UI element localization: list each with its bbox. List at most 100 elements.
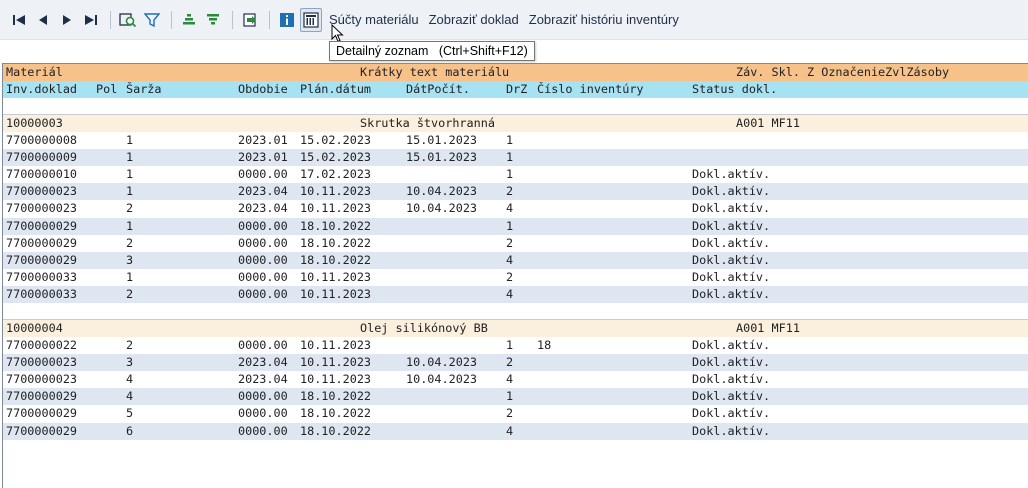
column-header-plan-date[interactable]: Plán.dátum <box>300 81 371 98</box>
cell-inv-doc: 7700000029 <box>6 235 78 250</box>
find-button[interactable] <box>117 8 139 32</box>
cell-period: 2023.04 <box>238 372 288 386</box>
cell-status: Dokl.aktív. <box>692 406 771 421</box>
export-button[interactable] <box>239 8 261 32</box>
group-spacer <box>3 98 1028 115</box>
tooltip: Detailný zoznam (Ctrl+Shift+F12) <box>329 41 535 61</box>
cell-period: 0000.00 <box>238 252 288 267</box>
table-row[interactable]: 7700000023 1 2023.04 10.11.2023 10.04.2023 2 D… <box>3 183 1028 201</box>
cell-inv-doc: 7700000008 <box>6 132 78 147</box>
application-toolbar: Súčty materiálu Zobraziť doklad Zobraziť… <box>0 0 1028 40</box>
cell-plan-date: 10.11.2023 <box>300 270 372 285</box>
cell-status: Dokl.aktív. <box>692 389 771 404</box>
cell-type: 1 <box>506 218 514 233</box>
cell-plan-date: 18.10.2022 <box>300 252 372 267</box>
group-plant-storage: A001 MF11 <box>736 321 800 336</box>
display-inventory-history-button[interactable]: Zobraziť históriu inventúry <box>524 8 684 32</box>
cell-plan-date: 10.11.2023 <box>300 337 372 352</box>
table-row[interactable]: 7700000008 1 2023.01 15.02.2023 15.01.2023 1 <box>3 131 1028 149</box>
table-row[interactable]: 7700000029 1 0000.00 18.10.2022 1 Dokl.aktív. <box>3 217 1028 235</box>
cell-type: 1 <box>506 389 514 404</box>
column-header-type[interactable]: DrZ <box>506 81 527 98</box>
table-row[interactable]: 7700000033 1 0000.00 10.11.2023 2 Dokl.aktív. <box>3 269 1028 287</box>
column-header-material[interactable]: Materiál <box>6 64 63 81</box>
cell-item: 6 <box>126 423 134 438</box>
table-row[interactable]: 7700000029 2 0000.00 18.10.2022 2 Dokl.aktív. <box>3 234 1028 252</box>
display-document-button[interactable]: Zobraziť doklad <box>424 8 524 32</box>
material-group-row[interactable]: 10000003 Skrutka štvorhranná A001 MF11 <box>3 114 1028 132</box>
table-row[interactable]: 7700000009 1 2023.01 15.02.2023 15.01.2023 1 <box>3 148 1028 166</box>
cell-type: 2 <box>506 235 514 250</box>
column-header-plant-storage[interactable]: Záv. Skl. Z OznačenieZvlZásoby <box>736 64 949 81</box>
column-header-item[interactable]: Pol <box>96 81 117 98</box>
sort-ascending-button[interactable] <box>178 8 200 32</box>
column-header-period[interactable]: Obdobie <box>238 81 288 98</box>
table-row[interactable]: 7700000029 6 0000.00 18.10.2022 4 Dokl.aktív. <box>3 422 1028 440</box>
column-header-short-text[interactable]: Krátky text materiálu <box>360 64 509 81</box>
table-row[interactable]: 7700000023 3 2023.04 10.11.2023 10.04.2023 2 D… <box>3 353 1028 371</box>
last-page-icon <box>85 14 97 25</box>
cell-status: Dokl.aktív. <box>692 423 771 438</box>
column-header-status[interactable]: Status dokl. <box>692 81 777 98</box>
cell-period: 0000.00 <box>238 406 288 421</box>
list-body: 10000003 Skrutka štvorhranná A001 MF11 7700… <box>3 98 1028 440</box>
table-row[interactable]: 7700000022 2 0000.00 10.11.2023 1 18 Dokl.aktí… <box>3 336 1028 354</box>
cell-item: 5 <box>126 406 134 421</box>
column-header-batch[interactable]: Šarža <box>126 81 162 98</box>
cell-plan-date: 18.10.2022 <box>300 389 372 404</box>
table-row[interactable]: 7700000029 3 0000.00 18.10.2022 4 Dokl.aktív. <box>3 251 1028 270</box>
cell-type: 1 <box>506 132 514 147</box>
column-header-inventory-number[interactable]: Číslo inventúry <box>537 81 644 98</box>
previous-page-button[interactable] <box>32 8 54 32</box>
table-row[interactable]: 7700000033 2 0000.00 10.11.2023 4 Dokl.aktív. <box>3 286 1028 304</box>
table-row[interactable]: 7700000029 4 0000.00 18.10.2022 1 Dokl.aktív. <box>3 388 1028 406</box>
sort-descending-icon <box>207 13 219 24</box>
table-row[interactable]: 7700000023 4 2023.04 10.11.2023 10.04.2023 4 D… <box>3 371 1028 389</box>
cell-plan-date: 18.10.2022 <box>300 423 372 438</box>
cell-inv-doc: 7700000033 <box>6 270 78 285</box>
cell-period: 2023.01 <box>238 132 288 147</box>
cell-status: Dokl.aktív. <box>692 372 771 386</box>
filter-button[interactable] <box>141 8 163 32</box>
cell-inv-doc: 7700000023 <box>6 201 78 216</box>
table-row[interactable]: 7700000010 1 0000.00 17.02.2023 1 Dokl.aktív. <box>3 165 1028 184</box>
column-header-count-date[interactable]: DátPočít. <box>406 81 470 98</box>
next-page-icon <box>63 14 71 25</box>
next-page-button[interactable] <box>56 8 78 32</box>
cell-count-date: 15.01.2023 <box>406 132 478 147</box>
table-row[interactable]: 7700000023 2 2023.04 10.11.2023 10.04.2023 4 D… <box>3 200 1028 218</box>
cell-inv-doc: 7700000022 <box>6 337 78 352</box>
cell-item: 1 <box>126 184 134 199</box>
inventory-document-list: Materiál Krátky text materiálu Záv. Skl.… <box>2 63 1028 488</box>
cell-period: 0000.00 <box>238 270 288 285</box>
cell-inv-doc: 7700000029 <box>6 406 78 421</box>
cell-inv-doc: 7700000010 <box>6 166 78 181</box>
cell-period: 2023.04 <box>238 184 288 199</box>
cell-type: 4 <box>506 252 514 267</box>
material-group-row[interactable]: 10000004 Olej silikónový BB A001 MF11 <box>3 319 1028 337</box>
table-row[interactable]: 7700000029 5 0000.00 18.10.2022 2 Dokl.aktív. <box>3 405 1028 423</box>
cell-plan-date: 18.10.2022 <box>300 218 372 233</box>
cell-status: Dokl.aktív. <box>692 252 771 267</box>
cell-type: 2 <box>506 184 514 199</box>
cell-count-date: 10.04.2023 <box>406 184 478 199</box>
cell-plan-date: 15.02.2023 <box>300 132 372 147</box>
sort-descending-button[interactable] <box>202 8 224 32</box>
cell-plan-date: 18.10.2022 <box>300 235 372 250</box>
last-page-button[interactable] <box>80 8 102 32</box>
list-header-row-1: Materiál Krátky text materiálu Záv. Skl.… <box>3 64 1028 82</box>
group-spacer <box>3 303 1028 320</box>
toolbar-separator <box>232 10 233 29</box>
group-material-text: Skrutka štvorhranná <box>360 116 495 131</box>
toolbar-separator <box>269 10 270 29</box>
cell-item: 1 <box>126 166 134 181</box>
cell-item: 3 <box>126 354 134 369</box>
detail-list-button[interactable] <box>300 7 322 32</box>
cell-status: Dokl.aktív. <box>692 270 771 285</box>
cell-status: Dokl.aktív. <box>692 218 771 233</box>
cell-plan-date: 18.10.2022 <box>300 406 372 421</box>
details-button[interactable] <box>276 8 298 32</box>
first-page-button[interactable] <box>8 8 30 32</box>
column-header-inv-doc[interactable]: Inv.doklad <box>6 81 77 98</box>
sort-ascending-icon <box>183 13 195 24</box>
